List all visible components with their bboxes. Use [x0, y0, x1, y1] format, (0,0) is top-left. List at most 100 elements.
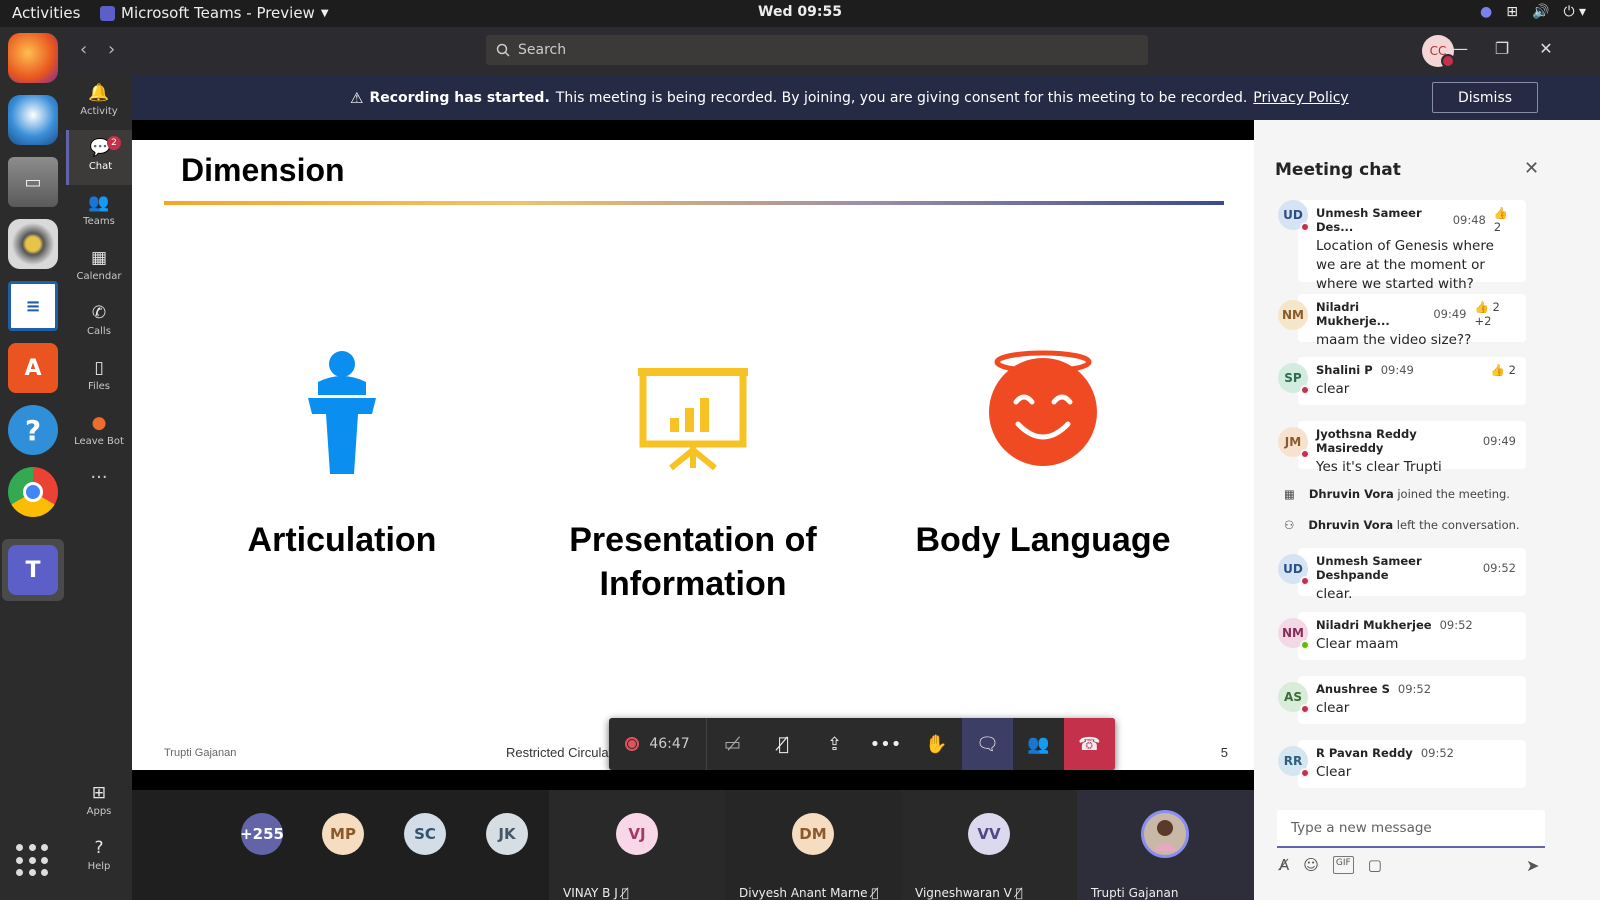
- more-actions-button[interactable]: •••: [860, 718, 911, 770]
- chat-message[interactable]: Jyothsna Reddy Masireddy 09:49 Yes it's c…: [1278, 421, 1578, 475]
- status-dot: [1300, 704, 1310, 714]
- participant-name: VINAY B J 🎙̸: [563, 886, 629, 900]
- mic-off-icon: 🎙̸: [778, 733, 789, 755]
- recording-timer: 46:47: [609, 718, 707, 770]
- camera-off-button[interactable]: ▭̸: [707, 718, 758, 770]
- forward-arrow-icon[interactable]: ›: [108, 39, 115, 60]
- software-icon[interactable]: A: [8, 343, 58, 393]
- message-bubble: Anushree S 09:52 clear: [1298, 676, 1526, 724]
- show-participants-button[interactable]: 👥: [1013, 718, 1064, 770]
- thunderbird-icon[interactable]: [8, 95, 58, 145]
- maximize-icon[interactable]: ❐: [1490, 39, 1514, 58]
- participant-tile-self[interactable]: Trupti Gajanan: [1077, 790, 1254, 900]
- show-conversation-button[interactable]: 🗨: [962, 718, 1013, 770]
- appbar-leave-bot[interactable]: ● Leave Bot: [66, 405, 132, 460]
- appbar-chat[interactable]: 💬 2 Chat: [66, 130, 132, 185]
- raise-hand-button[interactable]: ✋: [911, 718, 962, 770]
- app-menu-label: Microsoft Teams - Preview: [121, 4, 315, 22]
- appbar-label: Help: [87, 861, 111, 872]
- hang-up-button[interactable]: ☎: [1064, 718, 1115, 770]
- rhythmbox-icon[interactable]: [8, 219, 58, 269]
- dismiss-button[interactable]: Dismiss: [1432, 82, 1538, 113]
- chat-panel-title: Meeting chat: [1275, 160, 1401, 180]
- chat-icon: 💬: [89, 138, 112, 158]
- message-text: Clear maam: [1316, 636, 1399, 652]
- appbar-activity[interactable]: 🔔 Activity: [66, 75, 132, 130]
- appbar-apps[interactable]: ⊞ Apps: [66, 775, 132, 830]
- volume-icon[interactable]: 🔊: [1532, 4, 1549, 20]
- chrome-icon[interactable]: [8, 467, 58, 517]
- slide-title-rule: [164, 201, 1224, 205]
- chat-message[interactable]: Anushree S 09:52 clear AS: [1278, 676, 1578, 724]
- appbar-calendar[interactable]: ▦ Calendar: [66, 240, 132, 295]
- message-time: 09:52: [1482, 561, 1516, 575]
- system-message: ▦ Dhruvin Vora joined the meeting.: [1284, 487, 1510, 501]
- minimize-icon[interactable]: —: [1448, 39, 1472, 58]
- show-applications-icon[interactable]: [16, 844, 50, 878]
- appbar-help[interactable]: ? Help: [66, 830, 132, 885]
- share-screen-button[interactable]: ⇪: [809, 718, 860, 770]
- system-name: Dhruvin Vora: [1308, 518, 1394, 532]
- shared-screen-stage: Dimension Articulation Presentation of I…: [132, 120, 1254, 790]
- files-icon[interactable]: ▭: [8, 157, 58, 207]
- participant-tile[interactable]: VJ VINAY B J 🎙̸: [549, 790, 725, 900]
- close-icon[interactable]: ✕: [1534, 39, 1558, 58]
- chat-message[interactable]: R Pavan Reddy 09:52 Clear RR: [1278, 740, 1578, 788]
- participant-avatar[interactable]: JK: [486, 813, 528, 855]
- network-icon[interactable]: ⊞: [1506, 4, 1518, 20]
- back-arrow-icon[interactable]: ‹: [80, 39, 87, 60]
- participants-strip: +255 MP SC JK VJ VINAY B J 🎙̸ DM Divyesh…: [132, 790, 1254, 900]
- appbar-label: Teams: [83, 216, 115, 227]
- libreoffice-writer-icon[interactable]: ≡: [8, 281, 58, 331]
- chat-message[interactable]: Shalini P 09:49 👍 2 clear SP: [1278, 357, 1578, 405]
- activities-button[interactable]: Activities: [12, 4, 80, 22]
- teams-title-bar: ‹ › Search CC — ❐ ✕: [66, 27, 1600, 75]
- app-menu[interactable]: Microsoft Teams - Preview ▼: [100, 4, 329, 22]
- close-icon[interactable]: ✕: [1524, 158, 1539, 179]
- avatar: SP: [1278, 363, 1310, 395]
- chat-message[interactable]: Niladri Mukherjee 09:52 Clear maam NM: [1278, 612, 1578, 660]
- teams-tray-icon[interactable]: ●: [1480, 4, 1492, 20]
- privacy-policy-link[interactable]: Privacy Policy: [1253, 90, 1348, 106]
- warning-icon: ⚠: [350, 89, 364, 107]
- appbar-label: Apps: [86, 806, 112, 817]
- compose-message-input[interactable]: Type a new message: [1277, 810, 1545, 848]
- appbar-files[interactable]: ▯ Files: [66, 350, 132, 405]
- chat-message[interactable]: Unmesh Sameer Deshpande 09:52 clear. UD: [1278, 548, 1578, 602]
- participant-tile[interactable]: VV Vigneshwaran V 🎙̸: [901, 790, 1077, 900]
- chat-message[interactable]: Unmesh Sameer Des... 09:48 👍 2 Location of…: [1278, 200, 1578, 292]
- system-tray[interactable]: ● ⊞ 🔊 ⏻ ▾: [1480, 4, 1586, 20]
- appbar-calls[interactable]: ✆ Calls: [66, 295, 132, 350]
- mute-button[interactable]: 🎙̸: [758, 718, 809, 770]
- participant-tile[interactable]: DM Divyesh Anant Marne 🎙̸: [725, 790, 901, 900]
- search-input[interactable]: Search: [486, 35, 1148, 65]
- like-reaction[interactable]: 👍 2: [1491, 363, 1516, 377]
- teams-icon[interactable]: T: [8, 545, 58, 595]
- appbar-label: Chat: [88, 161, 113, 172]
- sticker-icon[interactable]: ▢: [1368, 856, 1382, 874]
- participant-avatar[interactable]: SC: [404, 813, 446, 855]
- power-icon[interactable]: ⏻ ▾: [1563, 4, 1586, 20]
- gif-icon[interactable]: GIF: [1332, 856, 1354, 874]
- emoji-icon[interactable]: ☺: [1303, 856, 1319, 874]
- firefox-icon[interactable]: [8, 33, 58, 83]
- participant-avatar[interactable]: MP: [322, 813, 364, 855]
- help-icon[interactable]: ?: [8, 405, 58, 455]
- like-reaction[interactable]: 👍 2: [1494, 206, 1516, 234]
- recording-bold-text: Recording has started.: [369, 90, 550, 106]
- chat-message[interactable]: Niladri Mukherje... 09:49 👍 2 +2 maam the …: [1278, 294, 1578, 348]
- send-icon[interactable]: ➤: [1526, 856, 1539, 875]
- participant-name: Divyesh Anant Marne 🎙̸: [739, 886, 879, 900]
- overflow-participants-button[interactable]: +255: [240, 813, 284, 855]
- appbar-teams[interactable]: 👥 Teams: [66, 185, 132, 240]
- message-text: clear: [1316, 381, 1350, 397]
- ubuntu-dock: ▭ ≡ A ? T: [0, 27, 66, 900]
- message-time: 09:52: [1439, 618, 1473, 632]
- recording-banner: ⚠ Recording has started. This meeting is…: [132, 75, 1600, 120]
- format-icon[interactable]: A̸: [1279, 856, 1289, 874]
- like-reaction[interactable]: 👍 2 +2: [1474, 300, 1516, 328]
- call-duration: 46:47: [649, 736, 690, 752]
- sender-name: R Pavan Reddy: [1316, 746, 1413, 760]
- chat-icon: 🗨: [976, 733, 999, 755]
- more-apps-button[interactable]: ···: [66, 467, 132, 522]
